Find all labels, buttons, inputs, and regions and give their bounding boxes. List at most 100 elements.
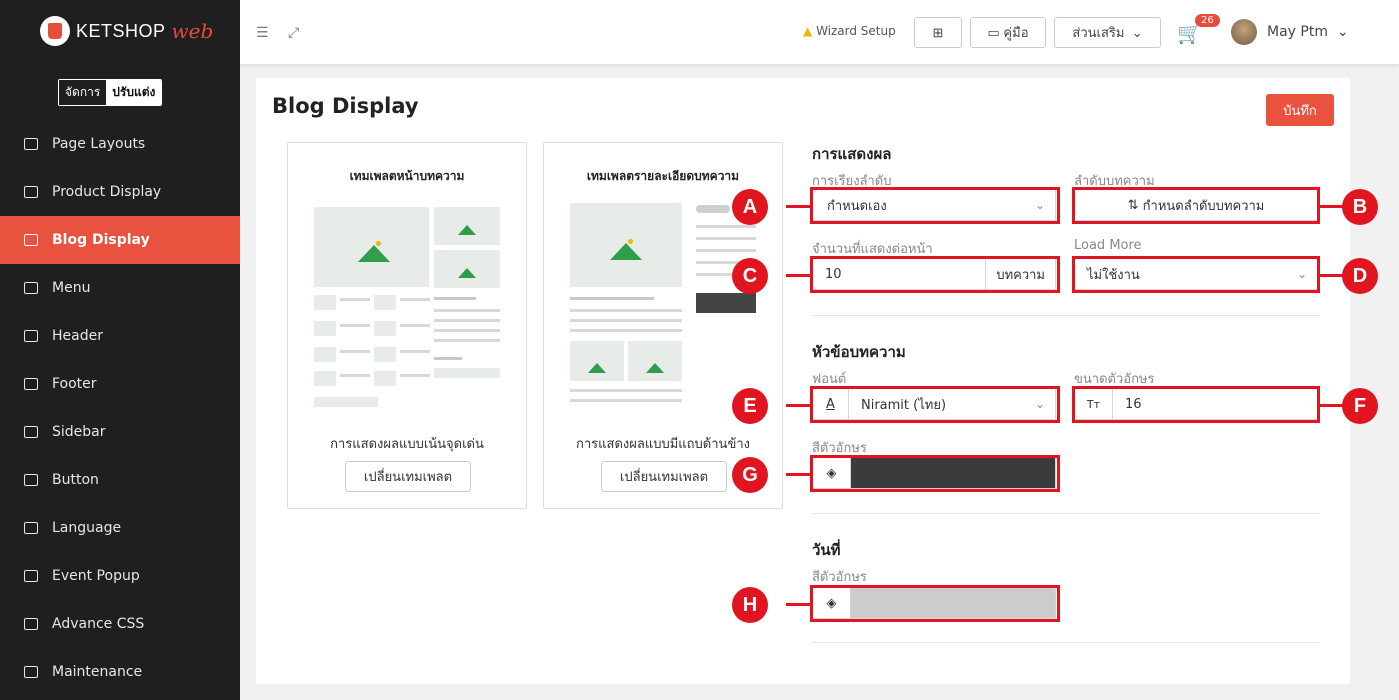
warning-icon: ▲ (803, 24, 813, 38)
toggle-icon (24, 474, 38, 486)
marker-e: E (732, 388, 768, 424)
brand-logo[interactable]: KETSHOP web (40, 16, 213, 46)
marker-connector (1318, 205, 1344, 208)
sidebar-item-header[interactable]: Header (0, 312, 240, 360)
sidebar-item-page-layouts[interactable]: Page Layouts (0, 120, 240, 168)
css-icon (24, 618, 38, 630)
highlight-box (810, 386, 1060, 423)
highlight-box (810, 585, 1060, 622)
wizard-setup-label: Wizard Setup (816, 24, 896, 38)
sidebar-icon (24, 426, 38, 438)
sidebar-item-label: Sidebar (52, 424, 106, 440)
addons-dropdown[interactable]: ส่วนเสริม ⌄ (1054, 17, 1161, 48)
fullscreen-icon[interactable]: ⤢ (288, 25, 299, 41)
marker-connector (1318, 404, 1344, 407)
sidebar-item-label: Blog Display (52, 232, 150, 248)
menu-icon (24, 282, 38, 294)
marker-connector (786, 603, 812, 606)
marker-b: B (1342, 189, 1378, 225)
heading-section-title: หัวข้อบทความ (812, 343, 906, 361)
marker-connector (786, 274, 812, 277)
marker-connector (786, 473, 812, 476)
date-color-label: สีตัวอักษร (812, 570, 867, 585)
change-template-button[interactable]: เปลี่ยนเทมเพลต (601, 461, 727, 492)
avatar[interactable] (1231, 19, 1257, 45)
sidebar-item-label: Product Display (52, 184, 162, 200)
marker-a: A (732, 189, 768, 225)
date-section-title: วันที่ (812, 541, 841, 559)
brand-name: KETSHOP (76, 20, 166, 41)
highlight-box (810, 187, 1060, 224)
sidebar-item-label: Menu (52, 280, 91, 296)
sidebar-item-label: Language (52, 520, 122, 536)
sidebar-item-product-display[interactable]: Product Display (0, 168, 240, 216)
sidebar: KETSHOP web จัดการ ปรับแต่ง Page Layouts P… (0, 0, 240, 700)
footer-icon (24, 378, 38, 390)
mode-customize[interactable]: ปรับแต่ง (106, 80, 162, 105)
sidebar-item-label: Event Popup (52, 568, 140, 584)
display-section-title: การแสดงผล (812, 145, 892, 163)
sidebar-item-label: Maintenance (52, 664, 143, 680)
manual-button[interactable]: ▭ คู่มือ (970, 17, 1046, 48)
divider (812, 513, 1320, 514)
grid-icon (24, 186, 38, 198)
popup-icon (24, 570, 38, 582)
marker-h: H (732, 587, 768, 623)
ketshop-logo-icon (40, 16, 70, 46)
marker-connector (1318, 274, 1344, 277)
sidebar-item-button[interactable]: Button (0, 456, 240, 504)
manual-label: คู่มือ (1003, 25, 1029, 40)
language-icon (24, 522, 38, 534)
sidebar-item-label: Header (52, 328, 103, 344)
main-card: Blog Display บันทึก เทมเพลตหน้าบทความ กา… (256, 78, 1378, 684)
header-icon (24, 330, 38, 342)
sidebar-item-blog-display[interactable]: Blog Display (0, 216, 240, 264)
language-icon: ⊞ (932, 24, 944, 40)
highlight-box (810, 256, 1060, 293)
blog-icon (24, 234, 38, 246)
mode-manage[interactable]: จัดการ (59, 80, 107, 105)
marker-f: F (1342, 388, 1378, 424)
change-template-button[interactable]: เปลี่ยนเทมเพลต (345, 461, 471, 492)
sidebar-item-event-popup[interactable]: Event Popup (0, 552, 240, 600)
template-title: เทมเพลตหน้าบทความ (349, 169, 465, 183)
layout-icon (24, 138, 38, 150)
sidebar-item-label: Footer (52, 376, 97, 392)
highlight-box (1072, 256, 1320, 293)
wizard-setup-link[interactable]: ▲ Wizard Setup (803, 24, 896, 38)
marker-connector (786, 404, 812, 407)
sidebar-item-language[interactable]: Language (0, 504, 240, 552)
sidebar-item-maintenance[interactable]: Maintenance (0, 648, 240, 696)
highlight-box (810, 455, 1060, 492)
template-caption: การแสดงผลแบบเน้นจุดเด่น (330, 437, 484, 452)
page-title: Blog Display (272, 94, 419, 118)
marker-c: C (732, 258, 768, 294)
chevron-down-icon: ⌄ (1131, 24, 1143, 40)
marker-g: G (732, 457, 768, 493)
sidebar-item-label: Advance CSS (52, 616, 145, 632)
sidebar-item-label: Button (52, 472, 99, 488)
sidebar-item-footer[interactable]: Footer (0, 360, 240, 408)
highlight-box (1072, 386, 1320, 423)
divider (812, 315, 1320, 316)
template-title: เทมเพลตรายละเอียดบทความ (586, 169, 740, 183)
bug-icon (24, 666, 38, 678)
cart-count-badge: 26 (1195, 14, 1220, 27)
template-card-list: เทมเพลตหน้าบทความ การแสดงผลแบบเน้นจุดเด่… (287, 142, 527, 509)
language-switch-button[interactable]: ⊞ (914, 17, 962, 48)
template-caption: การแสดงผลแบบมีแถบด้านข้าง (576, 437, 750, 452)
top-bar: ☰ ⤢ ▲ Wizard Setup ⊞ ▭ คู่มือ ส่วนเสริม … (240, 0, 1399, 64)
save-button[interactable]: บันทึก (1266, 94, 1334, 126)
brand-suffix: web (171, 19, 214, 43)
mode-toggle: จัดการ ปรับแต่ง (58, 79, 163, 106)
user-name: May Ptm (1267, 24, 1328, 40)
user-menu[interactable]: May Ptm ⌄ (1267, 24, 1349, 40)
sidebar-item-menu[interactable]: Menu (0, 264, 240, 312)
sidebar-item-advance-css[interactable]: Advance CSS (0, 600, 240, 648)
collapse-sidebar-icon[interactable]: ☰ (256, 25, 269, 41)
load-more-label: Load More (1074, 238, 1142, 253)
sidebar-item-label: Page Layouts (52, 136, 146, 152)
marker-d: D (1342, 258, 1378, 294)
highlight-box (1072, 187, 1320, 224)
sidebar-item-sidebar[interactable]: Sidebar (0, 408, 240, 456)
